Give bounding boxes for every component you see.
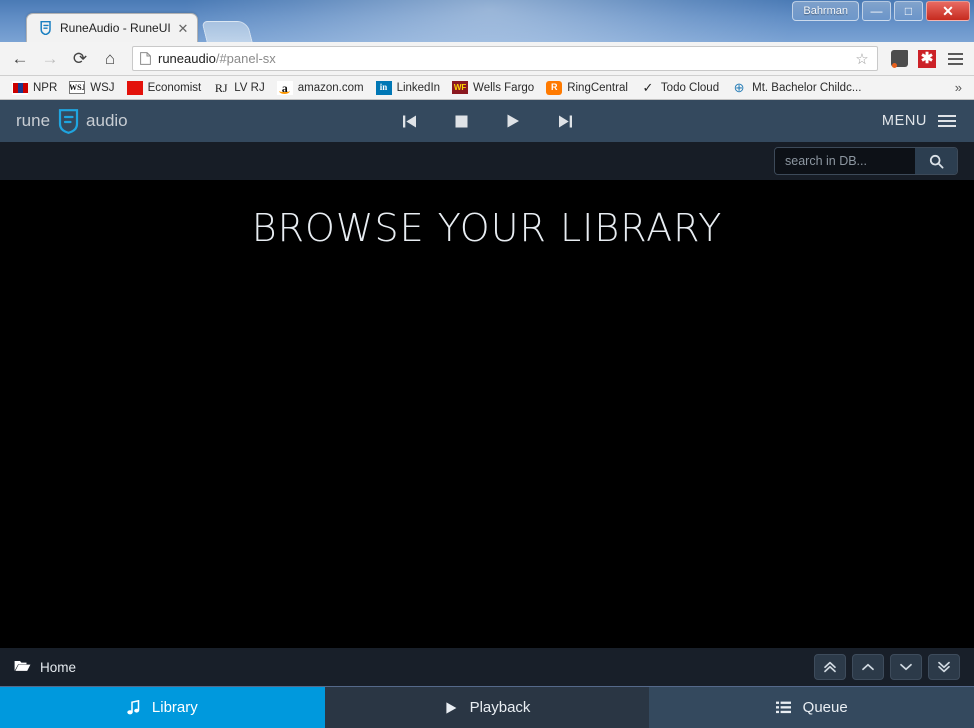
bookmark-economist[interactable]: Economist <box>121 79 208 97</box>
library-content-area: BROWSE YOUR LIBRARY <box>0 180 974 648</box>
breadcrumb[interactable]: Home <box>14 659 76 675</box>
bookmark-label: Todo Cloud <box>660 81 720 94</box>
bookmark-label: Wells Fargo <box>473 81 535 94</box>
rj-icon: RJ <box>214 80 228 95</box>
browser-toolbar: ← → ⟳ ⌂ runeaudio/#panel-sx ☆ ✱ <box>0 42 974 76</box>
wellsfargo-icon: WF <box>452 81 469 94</box>
runeaudio-favicon-icon <box>37 20 53 36</box>
bookmark-label: NPR <box>33 81 58 94</box>
music-note-icon <box>127 700 140 715</box>
breadcrumb-label: Home <box>40 659 77 675</box>
bookmark-wells-fargo[interactable]: WF Wells Fargo <box>446 79 540 96</box>
page-info-icon <box>137 50 154 67</box>
bookmark-label: LinkedIn <box>396 81 441 94</box>
app-header: rune audio MENU <box>0 100 974 142</box>
bookmark-linkedin[interactable]: in LinkedIn <box>370 79 446 97</box>
search-group <box>774 147 958 175</box>
new-tab-button[interactable] <box>201 21 253 42</box>
bookmark-star-icon[interactable]: ☆ <box>851 48 873 70</box>
previous-track-button[interactable] <box>396 108 422 134</box>
bookmark-mt-bachelor[interactable]: ⊕ Mt. Bachelor Childc... <box>725 79 867 97</box>
back-icon[interactable]: ← <box>6 46 34 72</box>
reload-icon[interactable]: ⟳ <box>66 46 94 72</box>
url-text: runeaudio/#panel-sx <box>154 51 851 66</box>
bookmark-lv-rj[interactable]: RJ LV RJ <box>207 79 270 97</box>
scroll-top-button[interactable] <box>814 654 846 680</box>
open-folder-icon <box>14 659 31 675</box>
evernote-extension-icon[interactable] <box>886 46 912 72</box>
search-submit-button[interactable] <box>915 148 957 174</box>
next-track-button[interactable] <box>552 108 578 134</box>
tab-playback[interactable]: Playback <box>324 687 650 728</box>
forward-icon[interactable]: → <box>36 46 64 72</box>
scroll-bottom-button[interactable] <box>928 654 960 680</box>
page-title: BROWSE YOUR LIBRARY <box>251 206 723 250</box>
browser-titlebar: Bahrman — □ ✕ RuneAudio - RuneUI ✕ <box>0 0 974 42</box>
home-icon[interactable]: ⌂ <box>96 46 124 72</box>
stop-button[interactable] <box>448 108 474 134</box>
runeaudio-app: rune audio MENU search in DB... BROWSE Y… <box>0 100 974 728</box>
wsj-icon: WSJ <box>69 81 86 94</box>
bookmark-label: Economist <box>147 81 202 94</box>
asterisk-extension-icon[interactable]: ✱ <box>914 46 940 72</box>
bookmarks-overflow-icon[interactable]: » <box>949 80 968 95</box>
bookmark-ringcentral[interactable]: R RingCentral <box>540 79 634 97</box>
address-bar[interactable]: runeaudio/#panel-sx ☆ <box>132 46 878 71</box>
browser-tab[interactable]: RuneAudio - RuneUI ✕ <box>26 13 198 42</box>
tab-queue[interactable]: Queue <box>649 687 974 728</box>
bookmark-todo-cloud[interactable]: ✓ Todo Cloud <box>634 79 725 97</box>
scroll-up-button[interactable] <box>852 654 884 680</box>
browser-menu-icon[interactable] <box>942 46 968 72</box>
play-button[interactable] <box>500 108 526 134</box>
ringcentral-icon: R <box>546 80 563 95</box>
bookmark-label: RingCentral <box>567 81 628 94</box>
tab-close-icon[interactable]: ✕ <box>175 20 191 36</box>
tab-label: Queue <box>802 699 848 716</box>
bookmark-label: Mt. Bachelor Childc... <box>752 81 862 94</box>
bookmarks-bar: NPR WSJ WSJ Economist RJ LV RJ a amazon.… <box>0 76 974 100</box>
bookmark-label: amazon.com <box>297 81 364 94</box>
scroll-buttons <box>814 654 960 680</box>
play-icon <box>444 701 458 715</box>
amazon-icon: a <box>276 80 293 95</box>
tab-library[interactable]: Library <box>0 687 325 728</box>
globe-icon: ⊕ <box>733 80 745 95</box>
url-path: /#panel-sx <box>215 51 276 66</box>
scroll-down-button[interactable] <box>890 654 922 680</box>
transport-controls <box>0 108 974 134</box>
linkedin-icon: in <box>375 80 392 95</box>
bookmark-label: WSJ <box>90 81 115 94</box>
browser-tab-title: RuneAudio - RuneUI <box>60 21 171 35</box>
economist-icon <box>126 80 143 95</box>
list-icon <box>775 701 791 714</box>
bookmark-npr[interactable]: NPR <box>6 79 63 97</box>
bookmark-label: LV RJ <box>234 81 265 94</box>
bookmark-wsj[interactable]: WSJ WSJ <box>63 79 120 96</box>
tab-label: Library <box>151 699 198 716</box>
tab-label: Playback <box>469 699 531 716</box>
search-row <box>0 142 974 180</box>
search-input[interactable] <box>775 148 915 174</box>
bookmark-amazon[interactable]: a amazon.com <box>271 79 370 97</box>
url-domain: runeaudio <box>158 51 216 66</box>
todocloud-icon: ✓ <box>642 80 654 95</box>
footer-bar: Home <box>0 648 974 686</box>
npr-icon <box>12 80 28 95</box>
browser-tabstrip: RuneAudio - RuneUI ✕ <box>0 12 974 42</box>
bottom-tabbar: Library Playback Queue <box>0 686 974 728</box>
